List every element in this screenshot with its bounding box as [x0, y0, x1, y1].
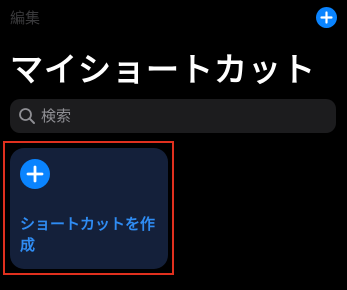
search-bar[interactable]: [10, 99, 336, 133]
edit-button[interactable]: 編集: [10, 9, 40, 27]
page-title: マイショートカット: [10, 50, 316, 89]
create-shortcut-tile[interactable]: ショートカットを作成: [10, 148, 168, 269]
top-bar: 編集: [0, 0, 347, 36]
search-icon: [19, 108, 35, 124]
plus-icon: [320, 11, 333, 24]
create-shortcut-plus: [20, 159, 50, 189]
create-shortcut-label: ショートカットを作成: [20, 215, 156, 254]
plus-icon: [26, 165, 44, 183]
search-input[interactable]: [41, 99, 321, 133]
add-shortcut-button[interactable]: [316, 7, 337, 28]
